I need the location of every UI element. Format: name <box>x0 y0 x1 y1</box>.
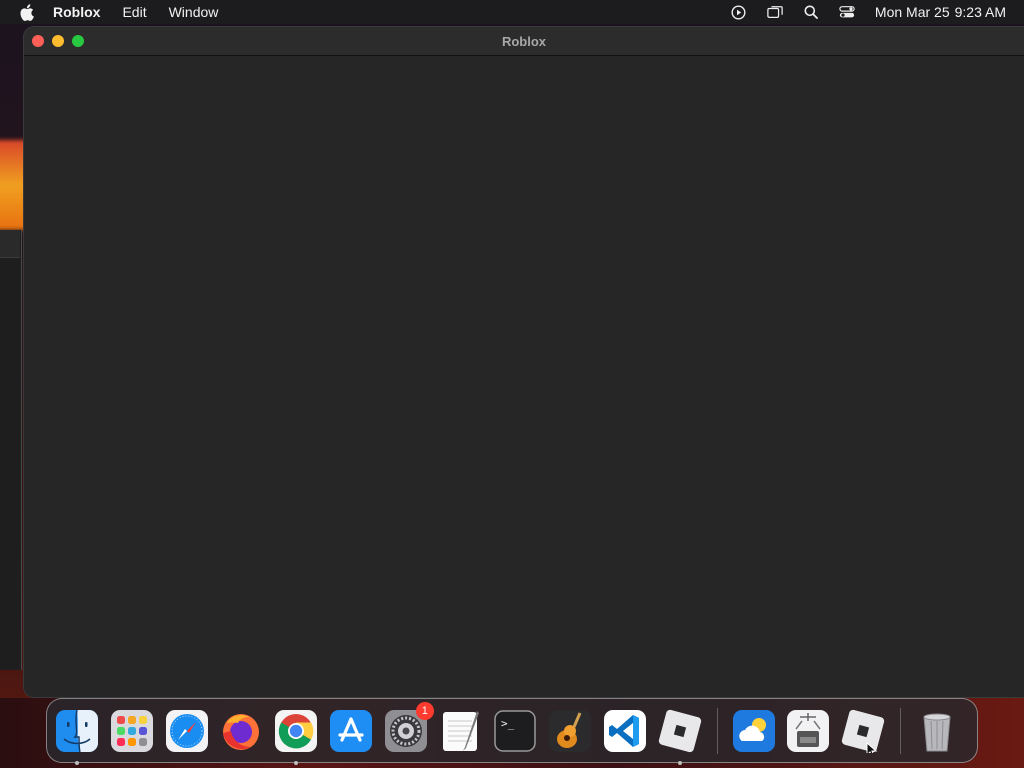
finder-icon <box>56 709 98 752</box>
window-content[interactable] <box>24 56 1024 697</box>
safari-icon <box>165 709 208 752</box>
roblox-icon <box>658 709 701 752</box>
dock: 1 >_ <box>46 698 978 765</box>
spotlight-search-icon[interactable] <box>803 4 819 20</box>
dock-separator <box>716 707 718 754</box>
trash-icon <box>923 713 951 751</box>
notification-badge: 1 <box>415 701 434 720</box>
menu-window[interactable]: Window <box>169 4 219 20</box>
dock-item-roblox-studio[interactable] <box>841 709 885 753</box>
clock-date: Mon Mar 25 <box>874 4 950 20</box>
dock-separator <box>899 707 901 754</box>
roblox-window: Roblox <box>24 27 1024 697</box>
dock-item-finder[interactable] <box>55 709 99 765</box>
terminal-icon: >_ <box>494 709 537 752</box>
dock-item-weather[interactable] <box>732 709 776 753</box>
menu-app-name[interactable]: Roblox <box>53 4 100 20</box>
dock-item-trash[interactable] <box>915 709 959 753</box>
dock-item-textedit[interactable] <box>439 709 483 753</box>
menu-bar: Roblox Edit Window Mon Mar 25 9:23 AM <box>0 0 1024 24</box>
firefox-icon <box>223 713 260 750</box>
background-window-edge <box>0 230 22 670</box>
dock-item-safari[interactable] <box>165 709 209 753</box>
menu-edit[interactable]: Edit <box>122 4 146 20</box>
dock-item-vscode[interactable] <box>603 709 647 753</box>
roblox-studio-icon <box>842 709 885 753</box>
control-center-icon[interactable] <box>839 4 855 20</box>
dock-item-launchpad[interactable] <box>110 709 154 753</box>
menu-clock[interactable]: Mon Mar 25 9:23 AM <box>875 4 1006 20</box>
app-store-icon <box>329 709 372 752</box>
dock-item-chrome[interactable] <box>274 709 318 765</box>
background-window-toolbar <box>0 230 20 258</box>
running-indicator <box>75 760 79 765</box>
dock-item-system-information[interactable] <box>786 709 830 753</box>
dock-item-app-store[interactable] <box>329 709 373 753</box>
textedit-icon <box>442 710 479 751</box>
system-information-icon <box>787 709 830 752</box>
menu-extras: Mon Mar 25 9:23 AM <box>731 4 1024 20</box>
chrome-icon <box>275 709 318 752</box>
apple-menu-icon[interactable] <box>19 3 37 21</box>
dock-item-firefox[interactable] <box>219 709 263 753</box>
running-indicator <box>677 760 682 765</box>
dock-item-roblox[interactable] <box>658 709 702 765</box>
clock-time: 9:23 AM <box>954 4 1006 20</box>
dock-item-system-settings[interactable]: 1 <box>384 701 434 753</box>
terminal-prompt: >_ <box>501 717 515 730</box>
screen-mirroring-icon[interactable] <box>767 4 783 20</box>
window-title: Roblox <box>501 33 547 49</box>
dock-item-terminal[interactable]: >_ <box>493 709 537 753</box>
launchpad-icon <box>110 709 153 752</box>
garageband-icon <box>549 709 592 752</box>
running-indicator <box>294 760 299 765</box>
vscode-icon <box>603 709 646 752</box>
weather-icon <box>732 709 775 752</box>
window-titlebar[interactable]: Roblox <box>24 27 1024 56</box>
dock-item-garageband[interactable] <box>548 709 592 753</box>
screen-record-icon[interactable] <box>731 4 747 20</box>
